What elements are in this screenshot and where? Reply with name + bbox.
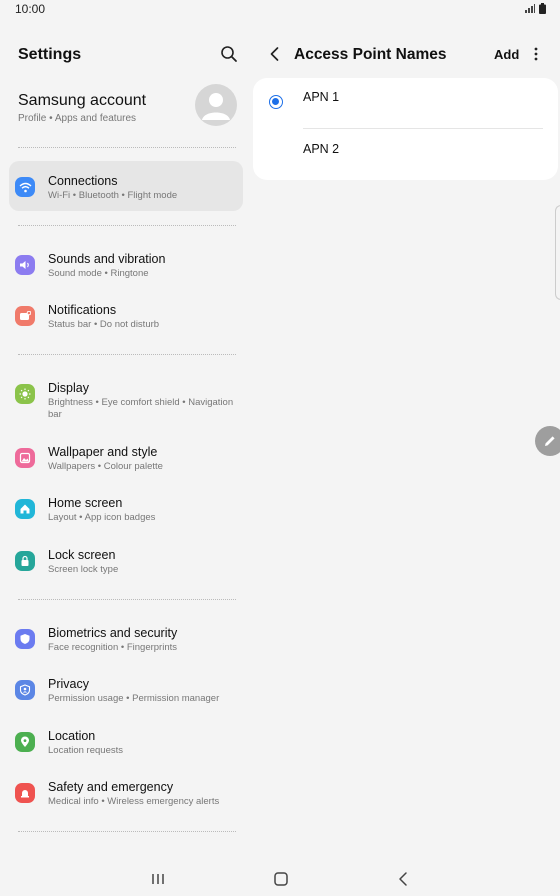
item-title: Biometrics and security xyxy=(48,626,178,640)
signal-icon xyxy=(525,4,535,13)
add-button[interactable]: Add xyxy=(494,47,519,62)
settings-item-notifications[interactable]: Notifications Status bar • Do not distur… xyxy=(9,290,243,340)
settings-item-display[interactable]: Display Brightness • Eye comfort shield … xyxy=(9,368,243,428)
shield-icon xyxy=(15,629,35,649)
search-icon[interactable] xyxy=(220,45,238,63)
settings-pane: Settings Samsung account Profile • Apps … xyxy=(0,20,252,856)
settings-item-connections[interactable]: Connections Wi-Fi • Bluetooth • Flight m… xyxy=(9,161,243,211)
apn-radio-selected[interactable] xyxy=(269,95,283,109)
settings-item-lock-screen[interactable]: Lock screen Screen lock type xyxy=(9,535,243,585)
item-sub: Layout • App icon badges xyxy=(48,512,156,523)
item-sub: Medical info • Wireless emergency alerts xyxy=(48,796,220,807)
divider xyxy=(18,831,236,832)
item-title: Home screen xyxy=(48,496,123,510)
item-sub: Permission usage • Permission manager xyxy=(48,693,220,704)
item-title: Privacy xyxy=(48,677,89,691)
item-title: Safety and emergency xyxy=(48,780,174,794)
item-sub: Wallpapers • Colour palette xyxy=(48,461,163,472)
recent-apps-icon[interactable] xyxy=(148,870,168,888)
item-title: Connections xyxy=(48,174,118,188)
edge-panel-handle[interactable] xyxy=(555,205,560,300)
item-sub: Screen lock type xyxy=(48,564,119,575)
status-bar: 10:00 xyxy=(0,0,560,18)
divider xyxy=(18,599,236,600)
item-title: Sounds and vibration xyxy=(48,252,166,266)
system-icons xyxy=(525,3,546,14)
row-divider xyxy=(303,128,543,129)
settings-item-wallpaper[interactable]: Wallpaper and style Wallpapers • Colour … xyxy=(9,432,243,482)
settings-item-sounds[interactable]: Sounds and vibration Sound mode • Ringto… xyxy=(9,239,243,289)
item-sub: Brightness • Eye comfort shield • Naviga… xyxy=(48,397,234,420)
item-title: Display xyxy=(48,381,89,395)
person-icon xyxy=(202,93,230,120)
settings-title: Settings xyxy=(18,46,82,63)
settings-item-location[interactable]: Location Location requests xyxy=(9,716,243,766)
wifi-icon xyxy=(15,177,35,197)
samsung-account[interactable]: Samsung account Profile • Apps and featu… xyxy=(0,84,252,150)
account-sub: Profile • Apps and features xyxy=(18,113,137,124)
settings-item-biometrics[interactable]: Biometrics and security Face recognition… xyxy=(9,613,243,663)
settings-item-privacy[interactable]: Privacy Permission usage • Permission ma… xyxy=(9,664,243,714)
divider xyxy=(18,147,236,148)
brightness-icon xyxy=(15,384,35,404)
more-options-icon[interactable] xyxy=(530,45,542,63)
battery-icon xyxy=(539,3,546,14)
notification-icon xyxy=(15,306,35,326)
privacy-shield-icon xyxy=(15,680,35,700)
lock-icon xyxy=(15,551,35,571)
wallpaper-icon xyxy=(15,448,35,468)
item-sub: Face recognition • Fingerprints xyxy=(48,642,177,653)
edit-button[interactable] xyxy=(535,426,560,456)
apn-label: APN 1 xyxy=(303,90,340,104)
back-button-icon[interactable] xyxy=(394,870,414,888)
home-icon xyxy=(15,499,35,519)
settings-item-safety[interactable]: Safety and emergency Medical info • Wire… xyxy=(9,767,243,817)
speaker-icon xyxy=(15,255,35,275)
status-time: 10:00 xyxy=(15,2,46,16)
item-title: Location xyxy=(48,729,96,743)
item-sub: Status bar • Do not disturb xyxy=(48,319,160,330)
location-pin-icon xyxy=(15,732,35,752)
apn-row-2[interactable]: APN 2 xyxy=(253,130,558,180)
item-title: Lock screen xyxy=(48,548,116,562)
apn-list: APN 1 APN 2 xyxy=(253,78,558,180)
divider xyxy=(18,225,236,226)
account-name: Samsung account xyxy=(18,92,147,109)
settings-item-home-screen[interactable]: Home screen Layout • App icon badges xyxy=(9,483,243,533)
navigation-bar xyxy=(0,860,560,896)
item-title: Wallpaper and style xyxy=(48,445,158,459)
item-sub: Wi-Fi • Bluetooth • Flight mode xyxy=(48,190,178,201)
divider xyxy=(18,354,236,355)
back-arrow-icon[interactable] xyxy=(266,45,284,63)
apn-label: APN 2 xyxy=(303,142,340,156)
emergency-icon xyxy=(15,783,35,803)
pencil-icon xyxy=(545,436,555,446)
avatar[interactable] xyxy=(195,84,237,126)
home-button-icon[interactable] xyxy=(271,870,291,888)
item-title: Notifications xyxy=(48,303,117,317)
apn-row-1[interactable]: APN 1 xyxy=(253,78,558,129)
item-sub: Sound mode • Ringtone xyxy=(48,268,149,279)
page-title: Access Point Names xyxy=(294,46,447,63)
item-sub: Location requests xyxy=(48,745,123,756)
